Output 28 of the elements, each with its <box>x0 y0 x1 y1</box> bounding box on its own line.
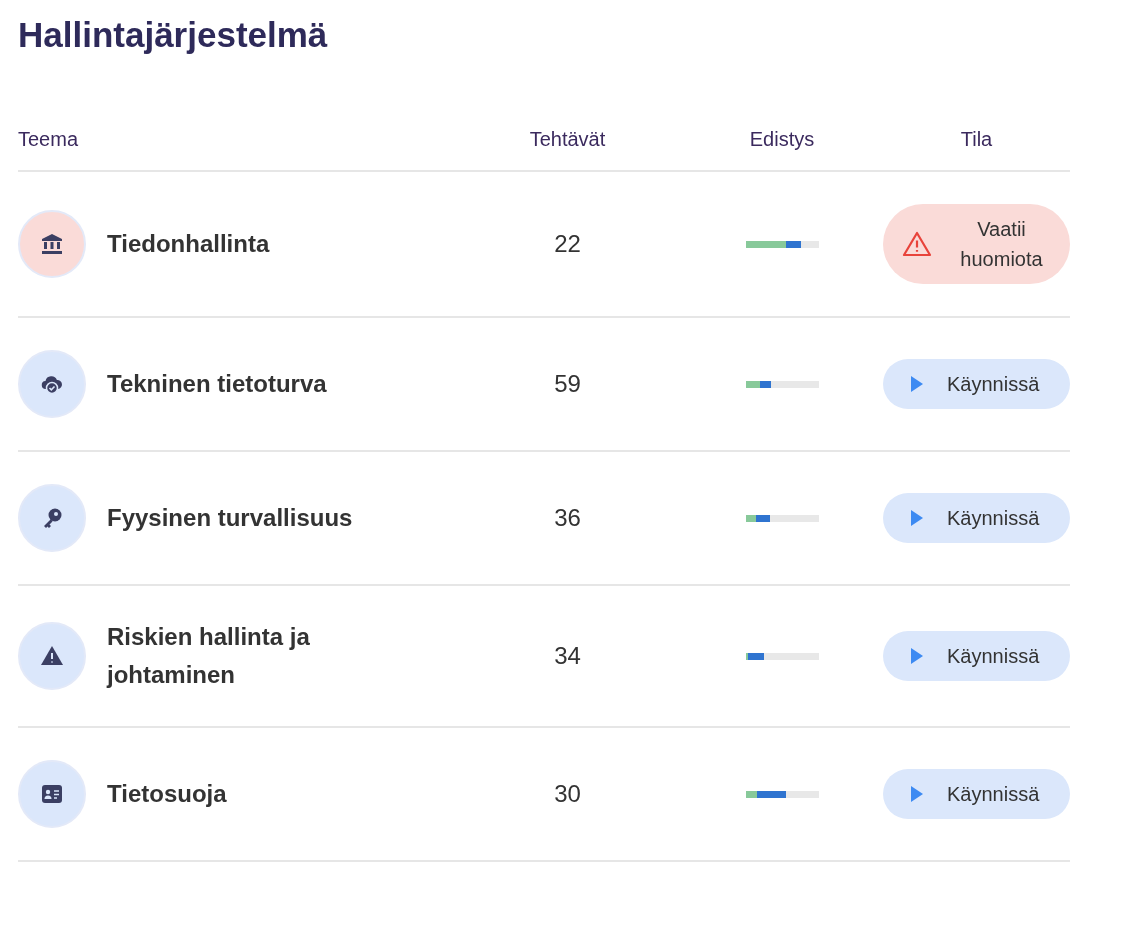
theme-name: Fyysinen turvallisuus <box>107 503 354 533</box>
play-icon <box>911 786 923 802</box>
warning-icon <box>40 644 64 668</box>
theme-name: Tiedonhallinta <box>107 229 271 259</box>
column-header: Tehtävät <box>529 127 606 152</box>
status-label: Käynnissä <box>947 644 1040 669</box>
task-count: 22 <box>554 229 581 259</box>
theme-name: Tietosuoja <box>107 779 228 809</box>
page-title: Hallintajärjestelmä <box>18 14 329 56</box>
column-header: Tila <box>960 127 993 152</box>
status-label: Käynnissä <box>947 782 1040 807</box>
play-icon <box>911 510 923 526</box>
theme-name: Riskien hallinta ja johtaminen <box>107 622 311 690</box>
status-label: Käynnissä <box>947 372 1040 397</box>
task-count: 30 <box>554 779 581 809</box>
column-header: Teema <box>18 127 79 152</box>
play-icon <box>911 376 923 392</box>
status-label: Vaatii huomiota <box>959 217 1044 272</box>
status-label: Käynnissä <box>947 506 1040 531</box>
bank-icon <box>40 232 64 256</box>
column-header: Edistys <box>749 127 815 152</box>
task-count: 34 <box>554 641 581 671</box>
id-card-icon <box>40 782 64 806</box>
play-icon <box>911 648 923 664</box>
task-count: 36 <box>554 503 581 533</box>
warning-icon <box>901 231 932 257</box>
theme-name: Tekninen tietoturva <box>107 369 328 399</box>
task-count: 59 <box>554 369 581 399</box>
